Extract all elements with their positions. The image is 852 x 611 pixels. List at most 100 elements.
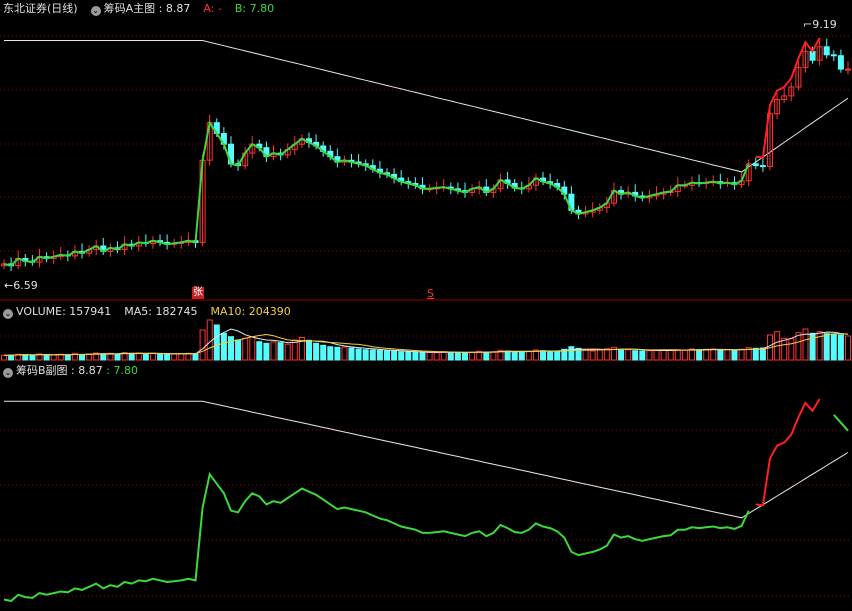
volume-bar	[724, 349, 731, 361]
volume-bar	[150, 352, 156, 361]
volume-bar	[845, 335, 851, 361]
candle	[837, 55, 844, 70]
volume-bar	[242, 337, 249, 361]
volume-bar	[540, 350, 546, 361]
volume-bar	[291, 339, 298, 361]
volume-bar	[157, 353, 164, 361]
volume-bar	[469, 351, 476, 361]
volume-bar	[178, 353, 185, 361]
volume-bar	[837, 334, 844, 361]
volume-bar	[348, 347, 355, 361]
volume-bar	[142, 353, 149, 361]
candle	[752, 163, 759, 167]
volume-bar	[79, 354, 85, 361]
volume-bar	[462, 352, 468, 361]
volume-bar	[128, 352, 135, 361]
volume-bar	[398, 351, 405, 361]
volume-bar	[135, 352, 142, 361]
volume-bar	[22, 354, 29, 361]
volume-bar	[171, 353, 178, 361]
volume-bar	[362, 349, 369, 361]
volume-bar	[412, 351, 419, 361]
volume-bar	[213, 324, 220, 361]
volume-bar	[50, 354, 57, 361]
high-price-label: ⌐9.19	[803, 18, 837, 31]
volume-bar	[433, 352, 440, 361]
series-b-label: B: 7.80	[234, 2, 275, 15]
volume-bar	[717, 349, 724, 361]
volume-bar	[8, 354, 15, 361]
volume-bar	[632, 350, 639, 361]
volume-bar	[511, 351, 518, 361]
sub-tail-line	[833, 414, 849, 432]
sub-panel-header: ⌄ 筹码B副图 : 8.87 : 7.80	[3, 364, 138, 378]
volume-bar	[391, 350, 398, 361]
volume-bar	[667, 349, 674, 361]
ma10-label: MA10: 204390	[210, 305, 291, 318]
volume-bar	[43, 354, 50, 361]
volume-bar	[547, 350, 554, 361]
volume-bar	[639, 350, 646, 361]
volume-bar	[313, 342, 320, 361]
sub-cost-line	[4, 400, 849, 519]
volume-bar	[235, 339, 242, 361]
volume-bar	[646, 350, 653, 361]
indicator-dropdown-icon[interactable]: ⌄	[90, 6, 101, 16]
volume-bar	[270, 341, 277, 361]
volume-bar	[596, 349, 603, 361]
volume-bar	[306, 339, 312, 361]
volume-bar	[788, 338, 795, 361]
candle	[823, 46, 830, 56]
sub-b-value: : 7.80	[106, 364, 138, 377]
volume-bar	[504, 350, 511, 361]
volume-bar	[327, 346, 334, 361]
volume-bar	[781, 337, 788, 361]
volume-bar	[249, 336, 256, 361]
series-a-label: A: -	[203, 2, 222, 15]
volume-bar	[738, 348, 745, 361]
volume-bar	[483, 351, 490, 361]
volume-bar	[220, 332, 227, 361]
sub-indicator-dropdown-icon[interactable]: ⌄	[3, 368, 13, 378]
volume-bar	[199, 329, 206, 361]
volume-bar	[64, 354, 71, 361]
volume-bar	[603, 348, 610, 361]
volume-bar	[795, 332, 802, 361]
volume-bar	[263, 342, 270, 361]
volume-bar	[830, 333, 837, 361]
volume-bar	[653, 349, 660, 361]
volume-bar	[1, 354, 7, 361]
volume-bar	[660, 349, 667, 361]
ma5-label: MA5: 182745	[124, 305, 198, 318]
volume-bar	[376, 349, 383, 361]
volume-bar	[759, 347, 766, 361]
volume-bar	[689, 348, 695, 361]
main-panel-header: 东北证券(日线) ⌄ 筹码A主图 : 8.87 A: - B: 7.80	[3, 2, 274, 16]
volume-bar	[228, 336, 234, 361]
volume-bar	[582, 349, 589, 361]
volume-bar	[625, 349, 632, 361]
volume-bar	[419, 352, 426, 361]
s-marker: S	[427, 287, 434, 300]
sub-indicator-name[interactable]: 筹码B副图	[16, 364, 68, 377]
volume-label: VOLUME: 157941	[16, 305, 112, 318]
volume-bar	[703, 348, 710, 361]
volume-bar	[696, 349, 703, 361]
volume-bar	[589, 350, 596, 361]
volume-bar	[341, 346, 348, 361]
volume-bar	[384, 350, 390, 361]
indicator-value: : 8.87	[158, 2, 191, 15]
volume-bar	[518, 351, 525, 361]
candle	[845, 68, 851, 71]
zhang-marker: 张	[192, 287, 204, 299]
volume-bar	[334, 346, 341, 361]
volume-bar	[710, 348, 717, 361]
volume-bar	[454, 352, 461, 361]
low-price-label: ←6.59	[4, 279, 38, 292]
volume-bar	[320, 344, 327, 361]
volume-bar	[192, 353, 199, 361]
volume-bar	[568, 346, 575, 361]
volume-dropdown-icon[interactable]: ⌄	[3, 309, 13, 319]
indicator-name[interactable]: 筹码A主图	[104, 2, 156, 15]
volume-bar	[405, 351, 412, 361]
